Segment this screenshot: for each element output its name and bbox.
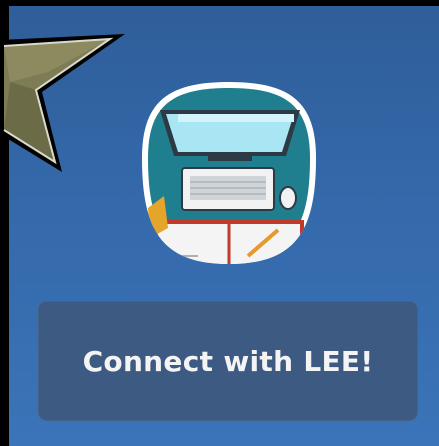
- connect-button[interactable]: Connect with LEE!: [38, 301, 418, 421]
- connect-button-label: Connect with LEE!: [82, 344, 374, 378]
- computer-desk-icon[interactable]: [138, 78, 320, 268]
- star-icon: [0, 34, 125, 172]
